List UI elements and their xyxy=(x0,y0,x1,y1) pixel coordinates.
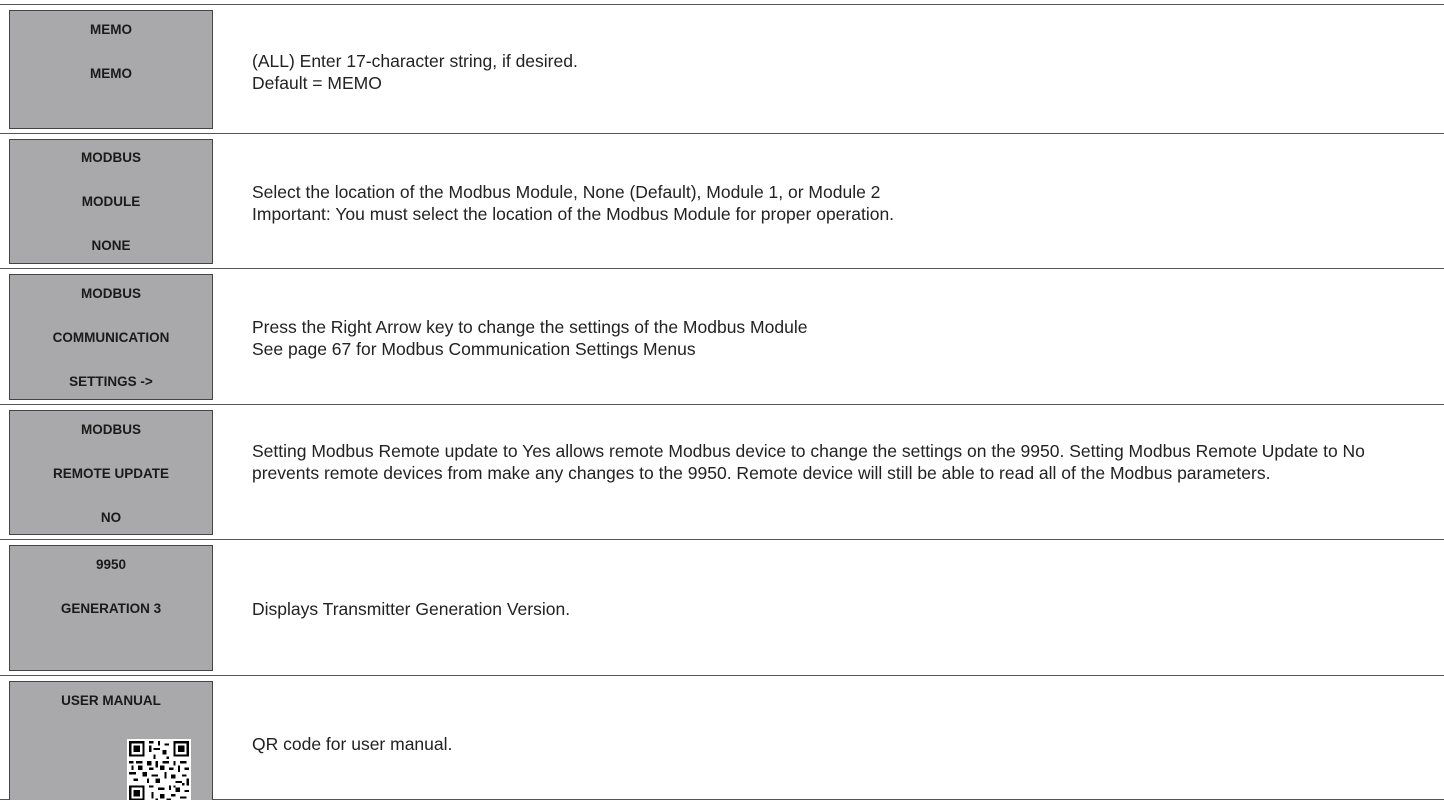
description-line: Important: You must select the location … xyxy=(252,204,895,224)
screen-line: MODBUS xyxy=(81,150,141,165)
table-row: MEMO MEMO (ALL) Enter 17-character strin… xyxy=(0,4,1444,133)
table-row: 9950 GENERATION 3 Displays Transmitter G… xyxy=(0,539,1444,675)
table-row: MODBUS REMOTE UPDATE NO Setting Modbus R… xyxy=(0,404,1444,539)
description-line: QR code for user manual. xyxy=(252,734,453,754)
screen-line: REMOTE UPDATE xyxy=(52,466,169,481)
screen-line: MODBUS xyxy=(81,286,141,301)
description-line: Displays Transmitter Generation Version. xyxy=(252,599,571,619)
description-line: Setting Modbus Remote update to Yes allo… xyxy=(252,441,1365,483)
screen-line: SETTINGS -> xyxy=(69,374,153,389)
table-row: USER MANUAL QR code for user manual. xyxy=(0,675,1444,800)
display-screen: USER MANUAL xyxy=(9,681,213,800)
screen-line: COMMUNICATION xyxy=(52,330,170,345)
table-row: MODBUS COMMUNICATION SETTINGS -> Press t… xyxy=(0,268,1444,404)
row-description: QR code for user manual. xyxy=(252,733,1432,755)
screen-line: USER MANUAL xyxy=(61,693,161,708)
display-screen: 9950 GENERATION 3 xyxy=(9,545,213,671)
display-screen: MODBUS COMMUNICATION SETTINGS -> xyxy=(9,274,213,400)
row-description: Select the location of the Modbus Module… xyxy=(252,181,1432,225)
description-line: Press the Right Arrow key to change the … xyxy=(252,317,808,337)
screen-line: GENERATION 3 xyxy=(60,601,162,616)
screen-line: MEMO xyxy=(90,22,132,37)
display-screen: MODBUS MODULE NONE xyxy=(9,139,213,264)
screen-line: NO xyxy=(100,510,122,525)
description-line: Select the location of the Modbus Module… xyxy=(252,182,881,202)
row-description: Displays Transmitter Generation Version. xyxy=(252,598,1432,620)
display-screen: MODBUS REMOTE UPDATE NO xyxy=(9,410,213,535)
table-row: MODBUS MODULE NONE Select the location o… xyxy=(0,133,1444,268)
display-screen: MEMO MEMO xyxy=(9,10,213,129)
row-description: Setting Modbus Remote update to Yes allo… xyxy=(252,440,1422,484)
qr-code-icon xyxy=(127,739,191,800)
description-line: (ALL) Enter 17-character string, if desi… xyxy=(252,51,578,71)
screen-line: NONE xyxy=(91,238,131,253)
description-line: See page 67 for Modbus Communication Set… xyxy=(252,339,696,359)
screen-line: 9950 xyxy=(95,557,127,572)
description-line: Default = MEMO xyxy=(252,73,382,93)
screen-line: MODBUS xyxy=(81,422,141,437)
settings-menu-table: MEMO MEMO (ALL) Enter 17-character strin… xyxy=(0,0,1444,800)
screen-line: MODULE xyxy=(81,194,141,209)
row-description: (ALL) Enter 17-character string, if desi… xyxy=(252,50,1432,94)
screen-line: MEMO xyxy=(90,66,132,81)
row-description: Press the Right Arrow key to change the … xyxy=(252,316,1432,360)
